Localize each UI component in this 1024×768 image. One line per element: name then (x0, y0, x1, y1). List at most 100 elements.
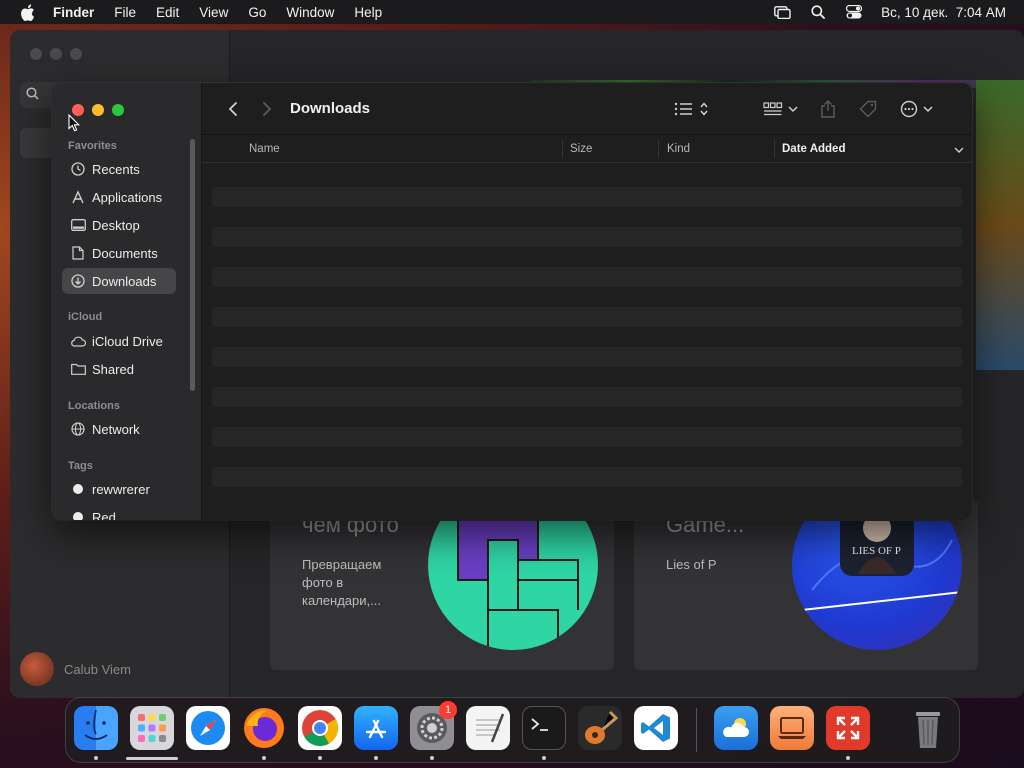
dock-vscode-icon[interactable] (634, 706, 678, 750)
column-divider[interactable] (658, 140, 659, 158)
dock-finder-icon[interactable] (74, 706, 118, 750)
user-name: Calub Viem (64, 661, 131, 677)
sidebar-item-label: Applications (92, 189, 163, 205)
sidebar-item-label: Downloads (92, 273, 157, 289)
sidebar-item-label: Documents (92, 245, 158, 261)
card-subtitle: Lies of P (666, 557, 717, 572)
dock-trash-icon[interactable] (906, 706, 950, 750)
desktop-icon (70, 217, 86, 233)
finder-window: Favorites Recents Applications Desktop D… (52, 83, 972, 520)
dock-app-store-icon[interactable] (354, 706, 398, 750)
tags-button[interactable] (858, 97, 878, 121)
menu-edit[interactable]: Edit (156, 5, 179, 20)
empty-file-row (212, 387, 962, 407)
sort-chevron-down-icon[interactable] (954, 145, 964, 157)
finder-sidebar: Favorites Recents Applications Desktop D… (52, 83, 202, 520)
dock-launchpad-icon[interactable] (130, 706, 174, 750)
tag-dot-icon (73, 484, 83, 494)
game-art-icon: LIES OF P (792, 500, 962, 650)
column-divider[interactable] (562, 140, 563, 158)
menu-help[interactable]: Help (354, 5, 382, 20)
empty-file-row (212, 467, 962, 487)
menu-window[interactable]: Window (286, 5, 334, 20)
sidebar-item-icloud-drive[interactable]: iCloud Drive (62, 328, 176, 354)
section-tags: Tags (68, 460, 93, 472)
mouse-pointer-icon (68, 113, 81, 137)
sidebar-item-downloads[interactable]: Downloads (62, 268, 176, 294)
more-actions-button[interactable] (898, 97, 938, 121)
dock-chrome-icon[interactable] (298, 706, 342, 750)
menu-view[interactable]: View (199, 5, 228, 20)
forward-button[interactable] (256, 97, 278, 121)
menu-clock[interactable]: Вс, 10 дек. 7:04 AM (881, 5, 1006, 20)
menu-bar: Finder File Edit View Go Window Help Вс,… (0, 0, 1024, 24)
view-options-button[interactable] (672, 97, 712, 121)
menu-file[interactable]: File (114, 5, 136, 20)
running-indicator (374, 756, 378, 760)
sidebar-item-applications[interactable]: Applications (62, 184, 176, 210)
applications-icon (70, 189, 86, 205)
sidebar-item-label: Red (92, 509, 116, 521)
ellipsis-circle-icon (900, 100, 918, 118)
sidebar-item-label: rewwrerer (92, 481, 150, 497)
sidebar-item-documents[interactable]: Documents (62, 240, 176, 266)
account-button[interactable]: Calub Viem (20, 652, 131, 686)
menu-go[interactable]: Go (248, 5, 266, 20)
dock-garageband-icon[interactable] (578, 706, 622, 750)
maximize-window-button[interactable] (112, 104, 124, 116)
dock: 1 (65, 697, 960, 763)
app-card-calendar[interactable]: чем фото Превращаем фото в календари,... (270, 500, 614, 670)
notification-badge: 1 (439, 701, 457, 719)
column-date-added[interactable]: Date Added (782, 143, 845, 155)
window-title: Downloads (290, 100, 371, 117)
list-view-icon (674, 102, 692, 116)
section-icloud: iCloud (68, 311, 103, 323)
finder-toolbar: Downloads (202, 83, 972, 135)
sidebar-tag-rewwrerer[interactable]: rewwrerer (62, 476, 176, 502)
running-indicator (430, 756, 434, 760)
empty-file-row (212, 307, 962, 327)
share-button[interactable] (818, 97, 838, 121)
sidebar-scrollbar[interactable] (190, 139, 195, 391)
dock-divider (696, 708, 697, 752)
search-icon (26, 87, 39, 105)
dock-terminal-icon[interactable] (522, 706, 566, 750)
puzzle-art-icon (428, 500, 598, 650)
dock-weather-icon[interactable] (714, 706, 758, 750)
spotlight-search-icon[interactable] (809, 5, 827, 19)
column-divider[interactable] (774, 140, 775, 158)
sidebar-tag-red[interactable]: Red (62, 504, 176, 520)
app-card-game[interactable]: Game... Lies of P LIES OF P (634, 500, 978, 670)
screen-mirroring-icon[interactable] (773, 5, 791, 19)
inactive-window-controls (30, 48, 82, 60)
column-name[interactable]: Name (249, 143, 280, 155)
menu-app-name[interactable]: Finder (53, 5, 94, 20)
sidebar-item-recents[interactable]: Recents (62, 156, 176, 182)
sidebar-item-network[interactable]: Network (62, 416, 176, 442)
dock-remote-desktop-icon[interactable] (826, 706, 870, 750)
section-locations: Locations (68, 400, 120, 412)
game-art-text: LIES OF P (852, 545, 901, 557)
empty-file-row (212, 347, 962, 367)
group-button[interactable] (762, 97, 800, 121)
section-favorites: Favorites (68, 140, 117, 152)
sidebar-item-desktop[interactable]: Desktop (62, 212, 176, 238)
avatar (20, 652, 54, 686)
apple-menu-icon[interactable] (18, 3, 36, 21)
sidebar-item-label: iCloud Drive (92, 333, 163, 349)
column-size[interactable]: Size (570, 143, 592, 155)
sidebar-item-shared[interactable]: Shared (62, 356, 176, 382)
running-indicator (542, 756, 546, 760)
column-kind[interactable]: Kind (667, 143, 690, 155)
dock-safari-icon[interactable] (186, 706, 230, 750)
dock-textedit-icon[interactable] (466, 706, 510, 750)
control-center-icon[interactable] (845, 5, 863, 19)
shared-folder-icon (70, 361, 86, 377)
grid-icon (763, 102, 783, 116)
dock-screen-sharing-icon[interactable] (770, 706, 814, 750)
empty-file-row (212, 187, 962, 207)
dock-firefox-icon[interactable] (242, 706, 286, 750)
minimize-window-button[interactable] (92, 104, 104, 116)
download-icon (70, 273, 86, 289)
back-button[interactable] (222, 97, 244, 121)
